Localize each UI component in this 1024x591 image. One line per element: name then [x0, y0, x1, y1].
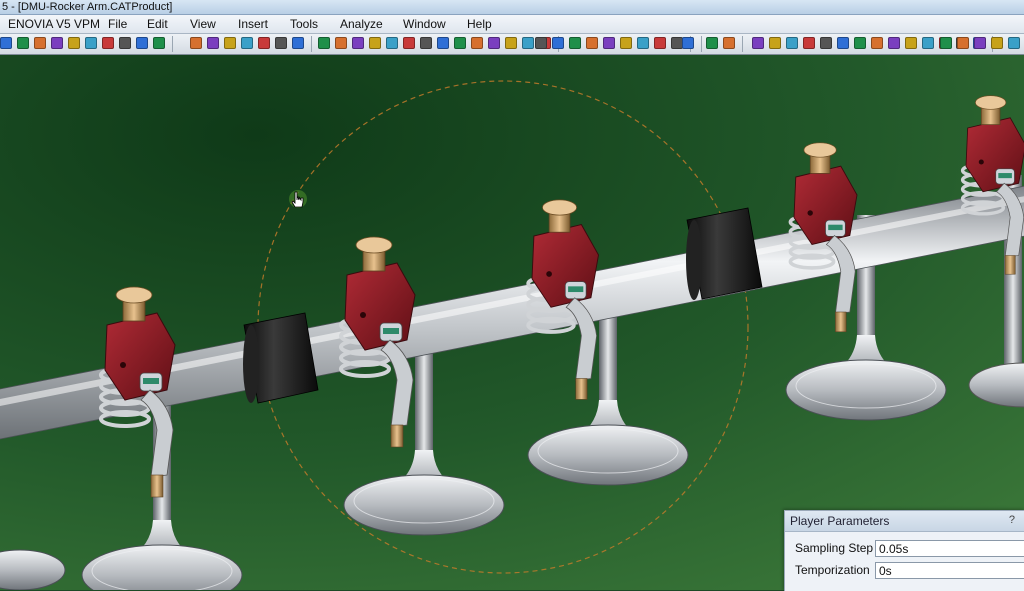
menu-help[interactable]: Help: [467, 15, 492, 33]
hand-cursor-icon: [289, 190, 307, 208]
toolbar-separator: [311, 36, 312, 52]
toolbar-button[interactable]: [786, 37, 798, 49]
toolbar-button[interactable]: [437, 37, 449, 49]
toolbar-button[interactable]: [454, 37, 466, 49]
toolbar-button[interactable]: [190, 37, 202, 49]
toolbar-button[interactable]: [820, 37, 832, 49]
toolbar-button[interactable]: [153, 37, 165, 49]
sampling-step-label: Sampling Step: [795, 541, 874, 555]
menu-insert[interactable]: Insert: [238, 15, 268, 33]
toolbar-button[interactable]: [68, 37, 80, 49]
toolbar-button[interactable]: [136, 37, 148, 49]
toolbar-separator: [172, 36, 173, 52]
toolbar-button[interactable]: [991, 37, 1003, 49]
toolbar-button[interactable]: [258, 37, 270, 49]
toolbar-button[interactable]: [471, 37, 483, 49]
toolbar-button[interactable]: [241, 37, 253, 49]
toolbar-button[interactable]: [522, 37, 534, 49]
toolbar-button[interactable]: [352, 37, 364, 49]
toolbar-button[interactable]: [871, 37, 883, 49]
menu-enovia[interactable]: ENOVIA V5 VPM: [8, 15, 100, 33]
toolbar-button[interactable]: [403, 37, 415, 49]
toolbar-button[interactable]: [854, 37, 866, 49]
temporization-label: Temporization: [795, 563, 870, 577]
toolbar-button[interactable]: [957, 37, 969, 49]
toolbar-button[interactable]: [386, 37, 398, 49]
toolbar-button[interactable]: [654, 37, 666, 49]
toolbar-button[interactable]: [603, 37, 615, 49]
temporization-field[interactable]: 0s: [875, 562, 1024, 579]
toolbar-button[interactable]: [17, 37, 29, 49]
toolbar-button[interactable]: [922, 37, 934, 49]
toolbar-button[interactable]: [505, 37, 517, 49]
toolbar-button[interactable]: [620, 37, 632, 49]
toolbar-button[interactable]: [888, 37, 900, 49]
toolbar-button[interactable]: [837, 37, 849, 49]
toolbar-button[interactable]: [207, 37, 219, 49]
toolbar-button[interactable]: [119, 37, 131, 49]
menu-tools[interactable]: Tools: [290, 15, 318, 33]
toolbar-button[interactable]: [1008, 37, 1020, 49]
toolbar-button[interactable]: [369, 37, 381, 49]
shaft-spacer-2: [686, 207, 763, 300]
toolbar-button[interactable]: [102, 37, 114, 49]
menu-view[interactable]: View: [190, 15, 216, 33]
toolbar-button[interactable]: [0, 37, 12, 49]
toolbar-button[interactable]: [275, 37, 287, 49]
main-toolbar: [0, 34, 1024, 55]
toolbar-button[interactable]: [318, 37, 330, 49]
help-icon[interactable]: ?: [1009, 511, 1015, 529]
toolbar-button[interactable]: [940, 37, 952, 49]
player-parameters-panel: Player Parameters ? Sampling Step 0.05s …: [784, 510, 1024, 591]
toolbar-button[interactable]: [586, 37, 598, 49]
toolbar-button[interactable]: [769, 37, 781, 49]
toolbar-button[interactable]: [292, 37, 304, 49]
window-title-bar: 5 - [DMU-Rocker Arm.CATProduct]: [0, 0, 1024, 15]
toolbar-button[interactable]: [488, 37, 500, 49]
toolbar-button[interactable]: [85, 37, 97, 49]
toolbar-button[interactable]: [803, 37, 815, 49]
menu-edit[interactable]: Edit: [147, 15, 168, 33]
toolbar-button[interactable]: [224, 37, 236, 49]
sampling-step-field[interactable]: 0.05s: [875, 540, 1024, 557]
toolbar-button[interactable]: [752, 37, 764, 49]
menu-window[interactable]: Window: [403, 15, 446, 33]
toolbar-button[interactable]: [723, 37, 735, 49]
toolbar-button[interactable]: [535, 37, 547, 49]
toolbar-button[interactable]: [706, 37, 718, 49]
menu-file[interactable]: File: [108, 15, 127, 33]
toolbar-button[interactable]: [569, 37, 581, 49]
toolbar-button[interactable]: [905, 37, 917, 49]
toolbar-button[interactable]: [51, 37, 63, 49]
toolbar-button[interactable]: [682, 37, 694, 49]
toolbar-separator: [701, 36, 702, 52]
toolbar-button[interactable]: [637, 37, 649, 49]
toolbar-button[interactable]: [974, 37, 986, 49]
toolbar-button[interactable]: [552, 37, 564, 49]
menu-analyze[interactable]: Analyze: [340, 15, 383, 33]
toolbar-button[interactable]: [335, 37, 347, 49]
menu-bar: ENOVIA V5 VPM File Edit View Insert Tool…: [0, 15, 1024, 34]
panel-title: Player Parameters: [785, 511, 1024, 532]
toolbar-button[interactable]: [420, 37, 432, 49]
toolbar-button[interactable]: [34, 37, 46, 49]
toolbar-separator: [742, 36, 743, 52]
window-title: 5 - [DMU-Rocker Arm.CATProduct]: [2, 1, 173, 13]
shaft-spacer-1: [243, 312, 319, 404]
